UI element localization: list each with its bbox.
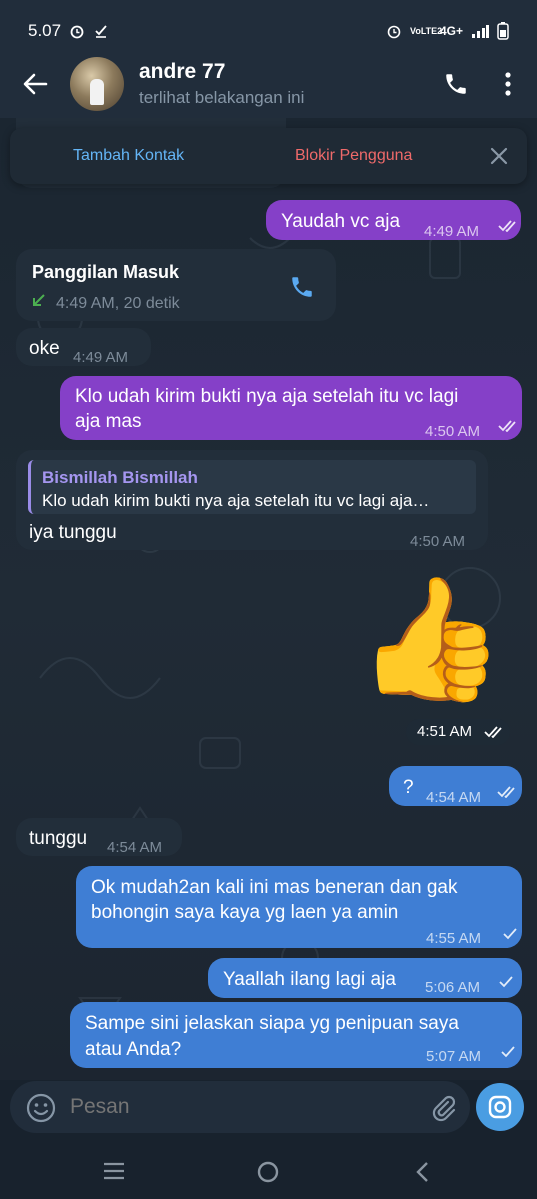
message-bubble[interactable]: oke 4:49 AM xyxy=(16,328,151,366)
message-time: 4:55 AM xyxy=(426,930,482,947)
chat-header: andre 77 terlihat belakangan ini xyxy=(0,50,537,118)
message-text: Yaallah ilang lagi aja xyxy=(223,969,396,990)
block-user-button[interactable]: Blokir Pengguna xyxy=(295,147,412,165)
message-input-bar xyxy=(10,1081,470,1133)
incoming-arrow-icon xyxy=(33,294,45,306)
system-nav-bar xyxy=(0,1140,537,1199)
message-bubble[interactable]: Bismillah Bismillah Klo udah kirim bukti… xyxy=(16,450,488,550)
reply-preview[interactable]: Bismillah Bismillah Klo udah kirim bukti… xyxy=(28,460,476,514)
back-button[interactable] xyxy=(0,73,70,95)
signal-icon xyxy=(472,25,489,38)
message-text-line1: Ok mudah2an kali ini mas beneran dan gak xyxy=(91,877,458,898)
message-time: 5:07 AM xyxy=(426,1048,482,1065)
more-vertical-icon[interactable] xyxy=(505,72,511,96)
message-time: 4:54 AM xyxy=(107,839,163,856)
message-text: tunggu xyxy=(29,828,88,849)
last-seen-status: terlihat belakangan ini xyxy=(139,88,305,107)
message-input[interactable] xyxy=(70,1091,410,1123)
message-text-line2: atau Anda? xyxy=(85,1039,182,1060)
check-icon xyxy=(499,976,513,988)
alarm-icon xyxy=(70,25,84,39)
message-bubble[interactable]: Yaallah ilang lagi aja 5:06 AM xyxy=(208,958,522,998)
add-contact-button[interactable]: Tambah Kontak xyxy=(73,147,184,165)
double-check-icon xyxy=(498,420,516,432)
message-bubble[interactable]: tunggu 4:54 AM xyxy=(16,818,182,856)
thumbs-up-icon: 👍 xyxy=(356,570,506,709)
call-title: Panggilan Masuk xyxy=(32,262,180,282)
check-icon xyxy=(503,928,517,940)
message-time: 4:50 AM xyxy=(410,533,466,550)
battery-icon xyxy=(497,22,509,40)
message-text: Yaudah vc aja xyxy=(281,211,401,232)
status-time: 5.07 xyxy=(28,21,62,40)
message-bubble[interactable]: ? 4:54 AM xyxy=(389,766,522,806)
phone-call-icon[interactable] xyxy=(443,71,469,97)
double-check-icon xyxy=(498,220,516,232)
download-check-icon xyxy=(95,25,107,38)
thumbs-up-sticker[interactable]: 👍 xyxy=(356,570,505,710)
arrow-left-icon xyxy=(23,73,48,95)
volte-indicator: VoLTE2 xyxy=(409,25,443,36)
phone-icon[interactable] xyxy=(289,274,315,300)
incoming-call-card[interactable]: Panggilan Masuk 4:49 AM, 20 detik xyxy=(16,249,336,321)
message-time: 4:49 AM xyxy=(73,349,129,366)
sticker-time-pill: 4:51 AM xyxy=(406,719,510,745)
message-time: 4:49 AM xyxy=(424,223,480,240)
check-icon xyxy=(501,1046,515,1058)
home-icon[interactable] xyxy=(256,1160,280,1184)
double-check-icon xyxy=(497,786,515,798)
avatar[interactable] xyxy=(70,57,124,111)
message-time: 4:51 AM xyxy=(417,723,473,740)
close-icon[interactable] xyxy=(488,145,510,167)
network-type: 4G+ xyxy=(439,24,463,38)
message-time: 4:54 AM xyxy=(426,789,482,806)
attach-icon[interactable] xyxy=(428,1093,458,1123)
camera-button[interactable] xyxy=(476,1083,524,1131)
message-time: 5:06 AM xyxy=(425,979,481,996)
message-text-line1: Sampe sini jelaskan siapa yg penipuan sa… xyxy=(85,1013,459,1034)
message-bubble[interactable]: Klo udah kirim bukti nya aja setelah itu… xyxy=(60,376,522,440)
alarm-status-icon xyxy=(387,25,401,39)
message-text: ? xyxy=(403,777,414,798)
back-nav-icon[interactable] xyxy=(414,1161,430,1183)
reply-author: Bismillah Bismillah xyxy=(42,468,198,487)
message-bubble[interactable]: Sampe sini jelaskan siapa yg penipuan sa… xyxy=(70,1002,522,1068)
message-time: 4:50 AM xyxy=(425,423,481,440)
camera-icon xyxy=(488,1095,512,1119)
message-text: oke xyxy=(29,338,60,359)
contact-name: andre 77 xyxy=(139,60,226,83)
message-bubble[interactable]: Yaudah vc aja 4:49 AM xyxy=(266,200,521,240)
call-detail: 4:49 AM, 20 detik xyxy=(56,295,180,312)
message-bubble[interactable]: Ok mudah2an kali ini mas beneran dan gak… xyxy=(76,866,522,948)
message-text: iya tunggu xyxy=(29,522,117,543)
contact-action-bar: Tambah Kontak Blokir Pengguna xyxy=(10,128,527,184)
reply-text: Klo udah kirim bukti nya aja setelah itu… xyxy=(42,491,430,510)
double-check-icon xyxy=(484,726,502,738)
chat-title-block[interactable]: andre 77 terlihat belakangan ini xyxy=(139,60,304,108)
recent-apps-icon[interactable] xyxy=(102,1162,126,1180)
message-text-line1: Klo udah kirim bukti nya aja setelah itu… xyxy=(75,386,459,407)
message-text-line2: bohongin saya kaya yg laen ya amin xyxy=(91,902,399,923)
message-text-line2: aja mas xyxy=(75,411,142,432)
emoji-icon[interactable] xyxy=(26,1093,56,1123)
